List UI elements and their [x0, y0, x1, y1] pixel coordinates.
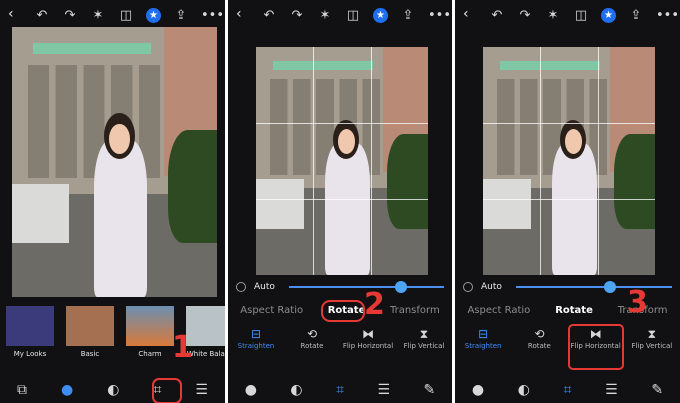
sliders-icon[interactable]: ☰ — [605, 382, 618, 398]
flip-vertical-button[interactable]: ⧗ Flip Vertical — [397, 326, 451, 366]
straighten-icon: ⊟ — [250, 327, 262, 341]
compare-icon[interactable]: ◫ — [573, 8, 589, 23]
star-icon[interactable]: ★ — [146, 7, 161, 23]
photo-canvas — [12, 27, 217, 297]
top-toolbar: ↶ ↷ ✶ ◫ ★ ⇪ ••• — [0, 0, 225, 30]
step-callout-2: 2 — [364, 287, 385, 322]
sliders-icon[interactable]: ☰ — [377, 382, 390, 398]
flip-horizontal-icon: ⧓ — [362, 327, 374, 341]
photo-canvas — [483, 47, 655, 275]
sliders-icon[interactable]: ☰ — [195, 382, 208, 398]
top-toolbar: ↶ ↷ ✶ ◫ ★ ⇪ ••• — [455, 0, 680, 30]
crop-icon[interactable]: ⌗ — [564, 382, 572, 398]
undo-icon[interactable]: ↶ — [489, 8, 505, 23]
looks-icon[interactable]: ● — [245, 382, 257, 398]
editor-panel-looks: ‹ ↶ ↷ ✶ ◫ ★ ⇪ ••• My Looks Basic Charm W… — [0, 0, 225, 403]
crop-handle-bottom-left[interactable] — [483, 263, 495, 275]
share-icon[interactable]: ⇪ — [173, 8, 189, 23]
flip-horizontal-button[interactable]: ⧓ Flip Horizontal — [341, 326, 395, 366]
redo-icon[interactable]: ↷ — [517, 8, 533, 23]
auto-toggle[interactable] — [463, 282, 473, 292]
rotate-button[interactable]: ⟲ Rotate — [285, 326, 339, 366]
more-icon[interactable]: ••• — [428, 8, 451, 23]
crop-handle-bottom-right[interactable] — [416, 263, 428, 275]
rotate-tools: ⊟ Straighten ⟲ Rotate ⧓ Flip Horizontal … — [228, 326, 452, 366]
highlight-flip-horizontal — [568, 324, 624, 370]
step-callout-3: 3 — [627, 285, 648, 320]
rotate-icon: ⟲ — [534, 327, 545, 341]
healing-icon[interactable]: ✎ — [424, 382, 436, 398]
crop-handle-top-left[interactable] — [256, 47, 268, 59]
undo-icon[interactable]: ↶ — [34, 8, 50, 23]
highlight-crop-icon — [152, 378, 182, 403]
redo-icon[interactable]: ↷ — [289, 8, 305, 23]
share-icon[interactable]: ⇪ — [628, 8, 644, 23]
photo-subject — [94, 140, 148, 297]
magic-wand-icon[interactable]: ✶ — [545, 8, 561, 23]
flip-vertical-icon: ⧗ — [419, 327, 429, 341]
star-icon[interactable]: ★ — [601, 7, 616, 23]
compare-icon[interactable]: ◫ — [118, 8, 134, 23]
look-thumb-my-looks[interactable]: My Looks — [6, 306, 54, 362]
crop-handle-top-left[interactable] — [483, 47, 495, 59]
tab-aspect-ratio[interactable]: Aspect Ratio — [240, 305, 303, 316]
step-callout-1: 1 — [172, 330, 193, 365]
bottom-toolbar: ⧉ ● ◐ ⌗ ☰ — [0, 377, 225, 403]
adjust-icon[interactable]: ◐ — [290, 382, 302, 398]
share-icon[interactable]: ⇪ — [400, 8, 416, 23]
look-thumb-charm[interactable]: Charm — [126, 306, 174, 362]
bottom-toolbar: ● ◐ ⌗ ☰ ✎ — [455, 377, 680, 403]
photo-canvas — [256, 47, 428, 275]
adjust-icon[interactable]: ◐ — [107, 382, 119, 398]
redo-icon[interactable]: ↷ — [62, 8, 78, 23]
rotate-button[interactable]: ⟲ Rotate — [512, 326, 566, 366]
tab-transform[interactable]: Transform — [390, 305, 440, 316]
looks-icon[interactable]: ● — [61, 382, 73, 398]
more-icon[interactable]: ••• — [201, 8, 224, 23]
flip-vertical-icon: ⧗ — [647, 327, 657, 341]
crop-handle-bottom-left[interactable] — [256, 263, 268, 275]
auto-toggle[interactable] — [236, 282, 246, 292]
crop-icon[interactable]: ⌗ — [336, 382, 344, 398]
rotation-slider-knob[interactable] — [394, 281, 407, 293]
flip-vertical-button[interactable]: ⧗ Flip Vertical — [625, 326, 679, 366]
star-icon[interactable]: ★ — [373, 7, 388, 23]
straighten-icon: ⊟ — [478, 327, 489, 341]
crop-handle-top-right[interactable] — [416, 47, 428, 59]
straighten-button[interactable]: ⊟ Straighten — [229, 326, 283, 366]
rotate-icon: ⟲ — [306, 327, 318, 341]
looks-icon[interactable]: ● — [472, 382, 484, 398]
magic-wand-icon[interactable]: ✶ — [317, 8, 333, 23]
straighten-button[interactable]: ⊟ Straighten — [456, 326, 510, 366]
rotation-slider-knob[interactable] — [603, 281, 616, 293]
crop-grid[interactable] — [483, 47, 655, 275]
editor-panel-flip: ‹ ↶ ↷ ✶ ◫ ★ ⇪ ••• Auto Aspect Ratio Rota… — [455, 0, 680, 403]
more-icon[interactable]: ••• — [656, 8, 679, 23]
layers-icon[interactable]: ⧉ — [17, 382, 27, 398]
highlight-rotate-tab — [321, 300, 365, 322]
photo-plant — [167, 129, 217, 243]
tab-rotate[interactable]: Rotate — [555, 305, 593, 316]
top-toolbar: ↶ ↷ ✶ ◫ ★ ⇪ ••• — [228, 0, 452, 30]
look-thumb-basic[interactable]: Basic — [66, 306, 114, 362]
tab-aspect-ratio[interactable]: Aspect Ratio — [467, 305, 530, 316]
adjust-icon[interactable]: ◐ — [518, 382, 530, 398]
undo-icon[interactable]: ↶ — [261, 8, 277, 23]
magic-wand-icon[interactable]: ✶ — [90, 8, 106, 23]
auto-straighten-row: Auto — [236, 280, 444, 294]
rotation-slider[interactable] — [515, 281, 672, 293]
crop-handle-top-right[interactable] — [643, 47, 655, 59]
editor-panel-crop-rotate: ‹ ↶ ↷ ✶ ◫ ★ ⇪ ••• Auto Aspect Ratio Rota… — [228, 0, 452, 403]
crop-grid[interactable] — [256, 47, 428, 275]
bottom-toolbar: ● ◐ ⌗ ☰ ✎ — [228, 377, 452, 403]
crop-handle-bottom-right[interactable] — [643, 263, 655, 275]
compare-icon[interactable]: ◫ — [345, 8, 361, 23]
healing-icon[interactable]: ✎ — [651, 382, 663, 398]
